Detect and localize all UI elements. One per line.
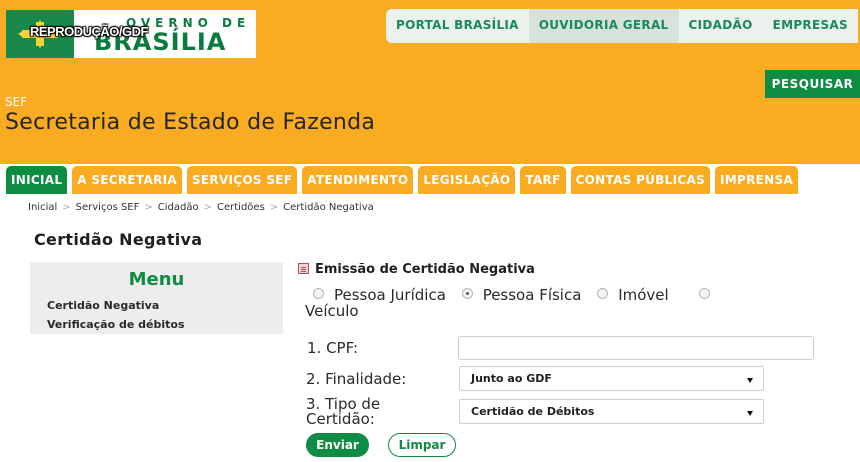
finalidade-label: 2. Finalidade: [306, 370, 407, 388]
gdf-logo[interactable]: OVERNO DE BRASÍLIA REPRODUÇÃO/GDF [6, 10, 256, 58]
menu-title: Menu [128, 269, 185, 290]
main-nav: INICIAL A SECRETARIA SERVIÇOS SEF ATENDI… [6, 166, 803, 196]
breadcrumb-item[interactable]: Cidadão [158, 202, 199, 213]
breadcrumb: Inicial > Serviços SEF > Cidadão > Certidões > C… [28, 202, 374, 213]
breadcrumb-separator: > [62, 202, 71, 213]
radio-label-veiculo: Veículo [305, 302, 359, 320]
menu-item-certidao-negativa[interactable]: Certidão Negativa [47, 299, 159, 312]
nav-legislacao[interactable]: LEGISLAÇÃO [418, 166, 516, 194]
breadcrumb-item[interactable]: Serviços SEF [76, 202, 140, 213]
clear-button[interactable]: Limpar [388, 433, 456, 457]
cpf-input[interactable] [458, 336, 814, 360]
radio-pessoa-fisica[interactable] [461, 288, 473, 299]
nav-servicos-sef[interactable]: SERVIÇOS SEF [186, 166, 298, 194]
dropdown-arrow-icon [747, 411, 753, 416]
watermark: REPRODUÇÃO/GDF [30, 24, 148, 39]
menu-item-verificacao-debitos[interactable]: Verificação de débitos [47, 318, 185, 331]
radio-label: Pessoa Física [482, 286, 582, 304]
radio-pessoa-juridica[interactable] [313, 288, 324, 299]
secretariat-title: Secretaria de Estado de Fazenda [5, 110, 376, 135]
page-title: Certidão Negativa [34, 230, 203, 249]
search-button[interactable]: PESQUISAR [765, 70, 860, 98]
breadcrumb-item[interactable]: Certidões [217, 202, 265, 213]
breadcrumb-item[interactable]: Inicial [28, 202, 57, 213]
form-heading: Emissão de Certidão Negativa [298, 262, 535, 277]
nav-a-secretaria[interactable]: A SECRETARIA [72, 166, 182, 194]
side-menu: Menu Certidão Negativa Verificação de dé… [30, 262, 283, 334]
site-header: OVERNO DE BRASÍLIA REPRODUÇÃO/GDF PORTAL… [0, 0, 860, 164]
tipo-label-line2: Certidão: [306, 410, 375, 428]
breadcrumb-separator: > [203, 202, 212, 213]
document-icon [298, 263, 309, 274]
portal-link-cidadao[interactable]: CIDADÃO [678, 9, 763, 43]
radio-imovel[interactable] [597, 288, 609, 299]
nav-atendimento[interactable]: ATENDIMENTO [302, 166, 414, 194]
finalidade-value: Junto ao GDF [471, 372, 552, 385]
sef-acronym: SEF [5, 95, 28, 109]
radio-label: Imóvel [618, 286, 669, 304]
radio-veiculo[interactable] [699, 288, 711, 299]
breadcrumb-separator: > [269, 202, 279, 213]
portal-link-ouvidoria[interactable]: OUVIDORIA GERAL [528, 9, 679, 43]
dropdown-arrow-icon [747, 378, 753, 383]
nav-contas-publicas[interactable]: CONTAS PÚBLICAS [570, 166, 711, 194]
send-button[interactable]: Enviar [306, 433, 369, 457]
portal-nav: PORTAL BRASÍLIA OUVIDORIA GERAL CIDADÃO … [386, 9, 860, 43]
form-heading-text: Emissão de Certidão Negativa [315, 262, 535, 277]
nav-imprensa[interactable]: IMPRENSA [715, 166, 799, 194]
breadcrumb-current: Certidão Negativa [283, 202, 374, 213]
nav-tarf[interactable]: TARF [520, 166, 566, 194]
nav-inicial[interactable]: INICIAL [6, 166, 68, 194]
finalidade-select[interactable]: Junto ao GDF [459, 366, 764, 391]
cpf-label: 1. CPF: [307, 339, 359, 357]
tipo-value: Certidão de Débitos [471, 405, 595, 418]
tipo-select[interactable]: Certidão de Débitos [459, 399, 764, 424]
radio-row: Pessoa Jurídica Pessoa Física Imóvel [313, 286, 720, 304]
portal-link-empresas[interactable]: EMPRESAS [762, 9, 858, 43]
breadcrumb-separator: > [144, 202, 153, 213]
portal-link-brasilia[interactable]: PORTAL BRASÍLIA [386, 9, 529, 43]
